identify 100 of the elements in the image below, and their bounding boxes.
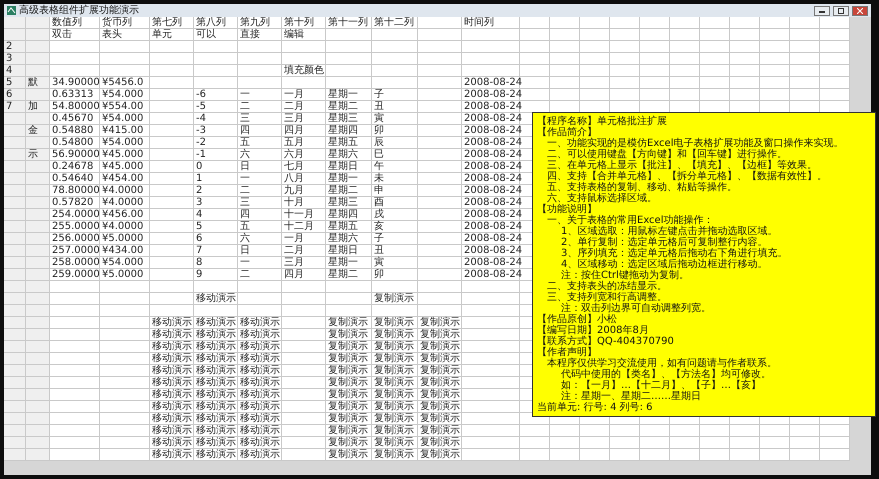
table-cell-text: 移动演示 — [239, 317, 281, 328]
table-cell-text: 寅 — [373, 257, 385, 268]
table-cell-text: 复制演示 — [373, 353, 415, 364]
table-cell-text: 移动演示 — [151, 317, 193, 328]
table-cell-text: 星期五 — [327, 221, 359, 232]
table-cell-text: ¥434.00 — [101, 245, 144, 257]
note-line: 4、区域移动：选定区域后拖动边框进行移动。 — [560, 259, 768, 270]
table-cell-text: 移动演示 — [195, 437, 237, 448]
table-cell-text: 移动演示 — [195, 365, 237, 376]
status-text: 当前单元: 行号: 4 列号: 6 — [537, 402, 654, 413]
table-cell-text: 2008-08-24 — [463, 257, 520, 269]
table-cell-text: 移动演示 — [239, 329, 281, 340]
column-header: 双击 — [51, 29, 73, 41]
table-cell-text: 一月 — [283, 233, 305, 245]
table-cell-text: 移动演示 — [151, 413, 193, 424]
table-cell-text: 复制演示 — [327, 425, 369, 436]
table-cell-text: 2008-08-24 — [463, 221, 520, 233]
table-cell-text: 移动演示 — [239, 437, 281, 448]
table-cell-text: 酉 — [373, 197, 385, 208]
row-header: 7 — [5, 101, 14, 113]
table-cell-text: 3 — [195, 197, 204, 209]
table-cell-text: 二月 — [283, 101, 305, 113]
table-cell-text: -5 — [195, 101, 207, 113]
table-cell-text: 移动演示 — [195, 413, 237, 424]
table-cell-text: 复制演示 — [327, 377, 369, 388]
table-cell-text: 0 — [195, 161, 204, 173]
close-icon — [857, 8, 863, 14]
table-cell-text: 复制演示 — [327, 389, 369, 400]
table-cell-text: 星期六 — [327, 233, 359, 244]
table-cell-text: 午 — [373, 161, 385, 172]
table-cell-text: 子 — [373, 89, 385, 101]
table-cell-text: 复制演示 — [419, 377, 461, 388]
column-header: 单元 — [151, 29, 173, 41]
table-cell-text: 丑 — [373, 245, 385, 256]
table-cell-text: 复制演示 — [373, 329, 415, 340]
table-cell-text: 星期四 — [327, 209, 359, 220]
table-cell-text: 0.45670 — [51, 113, 94, 125]
table-cell-text: 三月 — [283, 257, 305, 269]
table-cell-text: 十一月 — [283, 209, 315, 220]
table-cell-text: 十月 — [283, 197, 305, 208]
table-cell-text: 移动演示 — [239, 365, 281, 376]
table-cell-text: 星期三 — [327, 197, 359, 208]
table-cell-text: 日 — [239, 161, 251, 173]
table-cell-text: 移动演示 — [195, 353, 237, 364]
table-cell-text: 一 — [239, 89, 251, 101]
table-cell-text: 移动演示 — [195, 425, 237, 436]
column-header: 第八列 — [195, 17, 227, 28]
table-cell-text: 移动演示 — [239, 377, 281, 388]
table-cell-text: ¥54.000 — [101, 137, 144, 149]
maximize-button[interactable] — [833, 6, 849, 16]
table-cell-text: 星期二 — [327, 185, 359, 196]
note-line: 【作品简介】 — [537, 127, 597, 138]
table-cell-text: 一 — [239, 257, 251, 269]
table-cell-text: 4 — [195, 209, 204, 221]
table-cell-text: 星期二 — [327, 269, 359, 281]
row-header: 2 — [5, 41, 14, 53]
close-button[interactable] — [852, 6, 868, 16]
table-cell-text: 三月 — [283, 113, 305, 125]
table-cell-text: 2008-08-24 — [463, 113, 520, 125]
table-cell-text: 2008-08-24 — [463, 209, 520, 221]
table-cell-text: 星期一 — [327, 89, 359, 100]
table-cell-text: ¥45.000 — [101, 149, 144, 161]
table-cell-text: 移动演示 — [195, 293, 237, 305]
table-cell-text: 二 — [239, 269, 251, 281]
table-cell-text: -3 — [195, 125, 207, 137]
table-cell-text: 移动演示 — [239, 413, 281, 424]
table-cell-text: -1 — [195, 149, 207, 161]
table-cell-text: 复制演示 — [373, 437, 415, 448]
table-cell-text: 星期三 — [327, 113, 359, 124]
table-cell-text: 复制演示 — [419, 437, 461, 448]
table-cell-text: 辰 — [373, 137, 385, 149]
table-cell-text: 复制演示 — [327, 401, 369, 412]
table-cell-text: ¥554.00 — [101, 101, 144, 113]
table-cell-text: 移动演示 — [195, 401, 237, 412]
note-line: 一、功能实现的是模仿Excel电子表格扩展功能及窗口操作来实现。 — [546, 138, 844, 149]
table-cell-text: ¥454.00 — [101, 173, 144, 185]
table-cell-text: ¥415.00 — [101, 125, 144, 137]
table-cell-text: 255.0000 — [51, 221, 100, 233]
note-line: 三、支持列宽和行高调整。 — [546, 292, 668, 303]
table-cell-text: 移动演示 — [151, 377, 193, 388]
table-cell-text: 5 — [195, 221, 204, 233]
table-cell-text: 复制演示 — [419, 317, 461, 328]
table-cell-text: 复制演示 — [419, 365, 461, 376]
table-cell-text: 移动演示 — [151, 365, 193, 376]
maximize-icon — [838, 8, 844, 14]
note-line: 一、关于表格的常用Excel功能操作： — [546, 215, 714, 226]
table-cell-text: 复制演示 — [419, 341, 461, 352]
table-cell-text: 0.63313 — [51, 89, 94, 101]
table-cell-text: 复制演示 — [373, 317, 415, 328]
table-cell-text: 复制演示 — [327, 353, 369, 364]
note-line: 二、支持表头的冻结显示。 — [546, 281, 668, 292]
table-cell-text: 五 — [239, 137, 251, 148]
table-cell-text: 2008-08-24 — [463, 245, 520, 257]
table-cell-text: 2008-08-24 — [463, 269, 520, 281]
table-cell-text: 复制演示 — [419, 449, 461, 461]
table-cell-text: 复制演示 — [327, 317, 369, 328]
minimize-button[interactable] — [814, 6, 830, 16]
note-line: 五、支持表格的复制、移动、粘贴等操作。 — [546, 182, 738, 193]
table-cell-text: 移动演示 — [151, 425, 193, 436]
column-header: 时间列 — [463, 17, 495, 29]
